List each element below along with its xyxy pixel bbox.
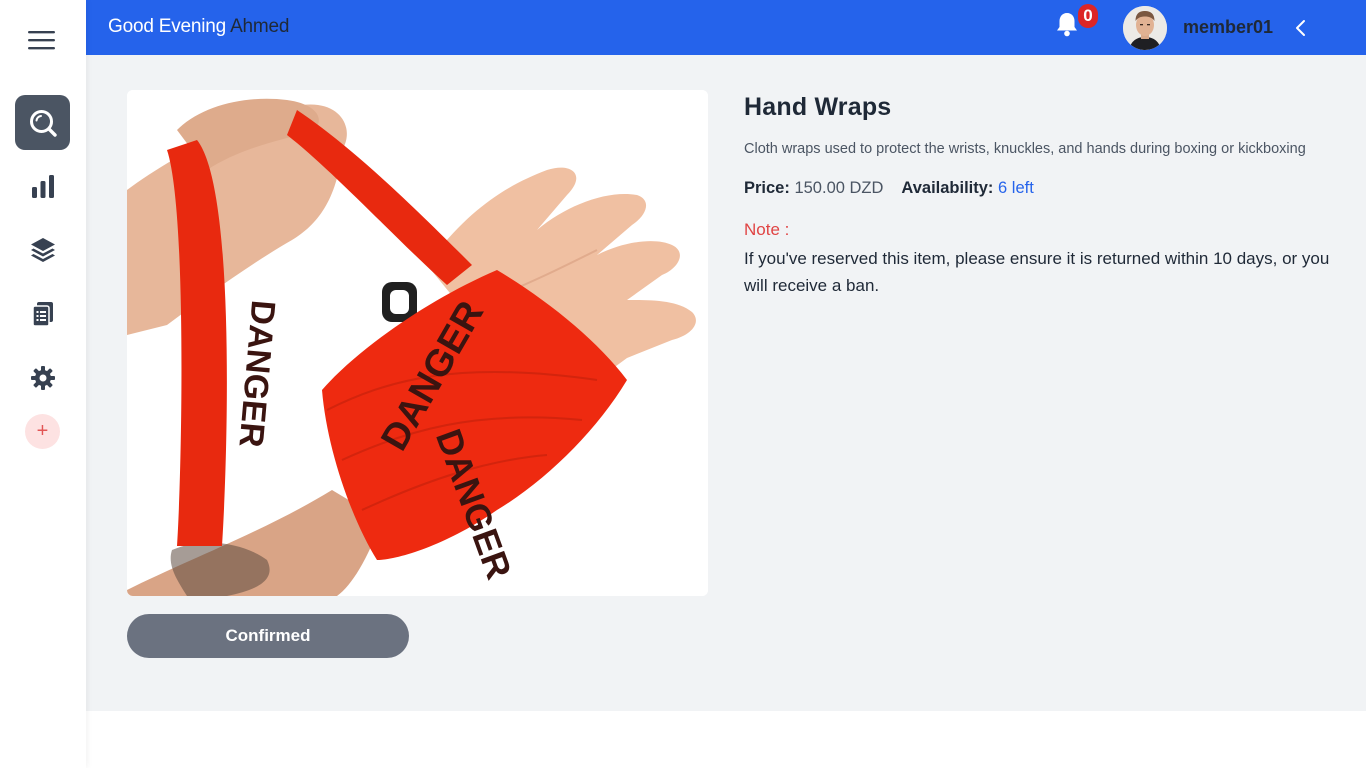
- sidebar-item-reservations[interactable]: [15, 286, 70, 341]
- sidebar: +: [0, 0, 86, 768]
- sidebar-item-search[interactable]: [15, 95, 70, 150]
- username[interactable]: member01: [1183, 17, 1273, 38]
- main-content: DANGER DANGER DANGER Confirmed Hand Wrap…: [86, 55, 1366, 711]
- sidebar-item-categories[interactable]: [15, 222, 70, 277]
- price-value: 150.00 DZD: [794, 179, 884, 197]
- notification-badge: 0: [1078, 4, 1098, 28]
- greeting: Good Evening Ahmed: [108, 16, 289, 38]
- note-text: If you've reserved this item, please ens…: [744, 249, 1330, 295]
- gear-icon: [30, 365, 55, 390]
- top-bar: Good Evening Ahmed 0 member01: [86, 0, 1366, 55]
- sidebar-item-stats[interactable]: [15, 158, 70, 213]
- product-meta: Price: 150.00 DZD Availability: 6 left: [744, 179, 1334, 198]
- product-description: Cloth wraps used to protect the wrists, …: [744, 141, 1306, 157]
- availability-value: 6 left: [998, 179, 1034, 197]
- collapse-button[interactable]: [1289, 16, 1311, 40]
- hamburger-menu-icon[interactable]: [22, 25, 62, 55]
- bell-icon: [1057, 13, 1077, 37]
- search-icon: [29, 109, 57, 137]
- chevron-left-icon: [1296, 20, 1305, 36]
- user-photo: [1123, 6, 1167, 50]
- availability: Availability: 6 left: [901, 179, 1033, 198]
- sidebar-item-settings[interactable]: [15, 350, 70, 405]
- price-label: Price:: [744, 179, 790, 197]
- confirmed-status-button[interactable]: Confirmed: [127, 614, 409, 658]
- product-details: Hand Wraps Cloth wraps used to protect t…: [744, 93, 1334, 299]
- product-title: Hand Wraps: [744, 93, 892, 121]
- clipboard-icon: [31, 301, 53, 327]
- plus-icon: +: [36, 420, 49, 442]
- greeting-text: Good Evening: [108, 16, 227, 37]
- add-button[interactable]: +: [25, 414, 60, 449]
- avatar[interactable]: [1123, 6, 1167, 50]
- price: Price: 150.00 DZD: [744, 179, 883, 198]
- note-label: Note :: [744, 220, 790, 239]
- user-first-name: Ahmed: [230, 16, 290, 37]
- availability-label: Availability:: [901, 179, 994, 197]
- bar-chart-icon: [31, 174, 54, 198]
- layers-icon: [30, 237, 55, 262]
- product-image: DANGER DANGER DANGER: [127, 90, 708, 596]
